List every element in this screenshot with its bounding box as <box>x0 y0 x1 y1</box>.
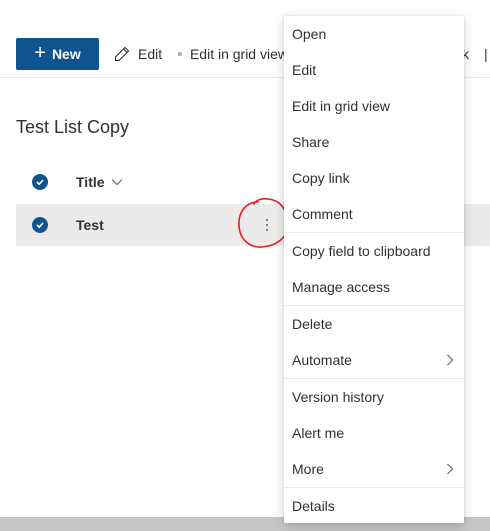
menu-item-label: Edit in grid view <box>292 98 391 114</box>
menu-item-version-history[interactable]: Version history <box>284 379 464 415</box>
chevron-right-icon <box>447 354 454 366</box>
menu-item-label: Copy link <box>292 170 350 186</box>
new-button-label: New <box>51 46 81 62</box>
new-button[interactable]: + New <box>16 38 99 70</box>
command-partial-2-label: | <box>484 46 488 62</box>
menu-item-automate[interactable]: Automate <box>284 342 464 378</box>
menu-item-copy-link[interactable]: Copy link <box>284 160 464 196</box>
edit-button[interactable]: Edit <box>114 38 162 70</box>
menu-item-delete[interactable]: Delete <box>284 306 464 342</box>
chevron-right-icon <box>447 463 454 475</box>
plus-icon: + <box>34 42 46 64</box>
column-header-title[interactable]: Title <box>76 174 123 190</box>
menu-item-more[interactable]: More <box>284 451 464 487</box>
edit-grid-button[interactable]: Edit in grid view <box>178 38 288 70</box>
menu-item-label: Share <box>292 134 330 150</box>
menu-item-label: Details <box>292 498 335 514</box>
menu-item-label: Copy field to clipboard <box>292 243 431 259</box>
chevron-down-icon <box>111 179 122 186</box>
menu-item-label: Comment <box>292 206 353 222</box>
list-title: Test List Copy <box>16 117 130 137</box>
row-title-cell[interactable]: Test <box>76 217 104 233</box>
menu-item-label: Manage access <box>292 279 391 295</box>
menu-item-label: Version history <box>292 389 384 405</box>
menu-item-label: Open <box>292 26 327 42</box>
menu-item-label: Alert me <box>292 425 345 441</box>
check-circle-icon <box>36 179 44 186</box>
menu-item-alert-me[interactable]: Alert me <box>284 415 464 451</box>
column-header-title-label: Title <box>76 174 105 190</box>
edit-button-label: Edit <box>138 46 163 62</box>
menu-item-label: Edit <box>292 62 317 78</box>
grid-icon <box>178 52 182 56</box>
menu-item-open[interactable]: Open <box>284 16 464 52</box>
select-all-checkbox[interactable] <box>32 174 48 190</box>
menu-item-comment[interactable]: Comment <box>284 196 464 232</box>
command-partial-2[interactable]: | <box>484 38 488 70</box>
menu-item-copy-field[interactable]: Copy field to clipboard <box>284 233 464 269</box>
menu-item-label: Delete <box>292 316 333 332</box>
context-menu: Open Edit Edit in grid view Share Copy l… <box>284 16 464 523</box>
menu-item-edit[interactable]: Edit <box>284 52 464 88</box>
menu-item-share[interactable]: Share <box>284 124 464 160</box>
edit-grid-button-label: Edit in grid view <box>189 46 288 62</box>
menu-item-details[interactable]: Details <box>284 488 464 524</box>
pencil-icon <box>114 46 130 62</box>
menu-item-manage-access[interactable]: Manage access <box>284 269 464 305</box>
row-checkbox[interactable] <box>32 217 48 233</box>
check-circle-icon <box>36 222 44 229</box>
menu-item-edit-grid[interactable]: Edit in grid view <box>284 88 464 124</box>
menu-item-label: More <box>292 461 324 477</box>
menu-item-label: Automate <box>292 352 352 368</box>
